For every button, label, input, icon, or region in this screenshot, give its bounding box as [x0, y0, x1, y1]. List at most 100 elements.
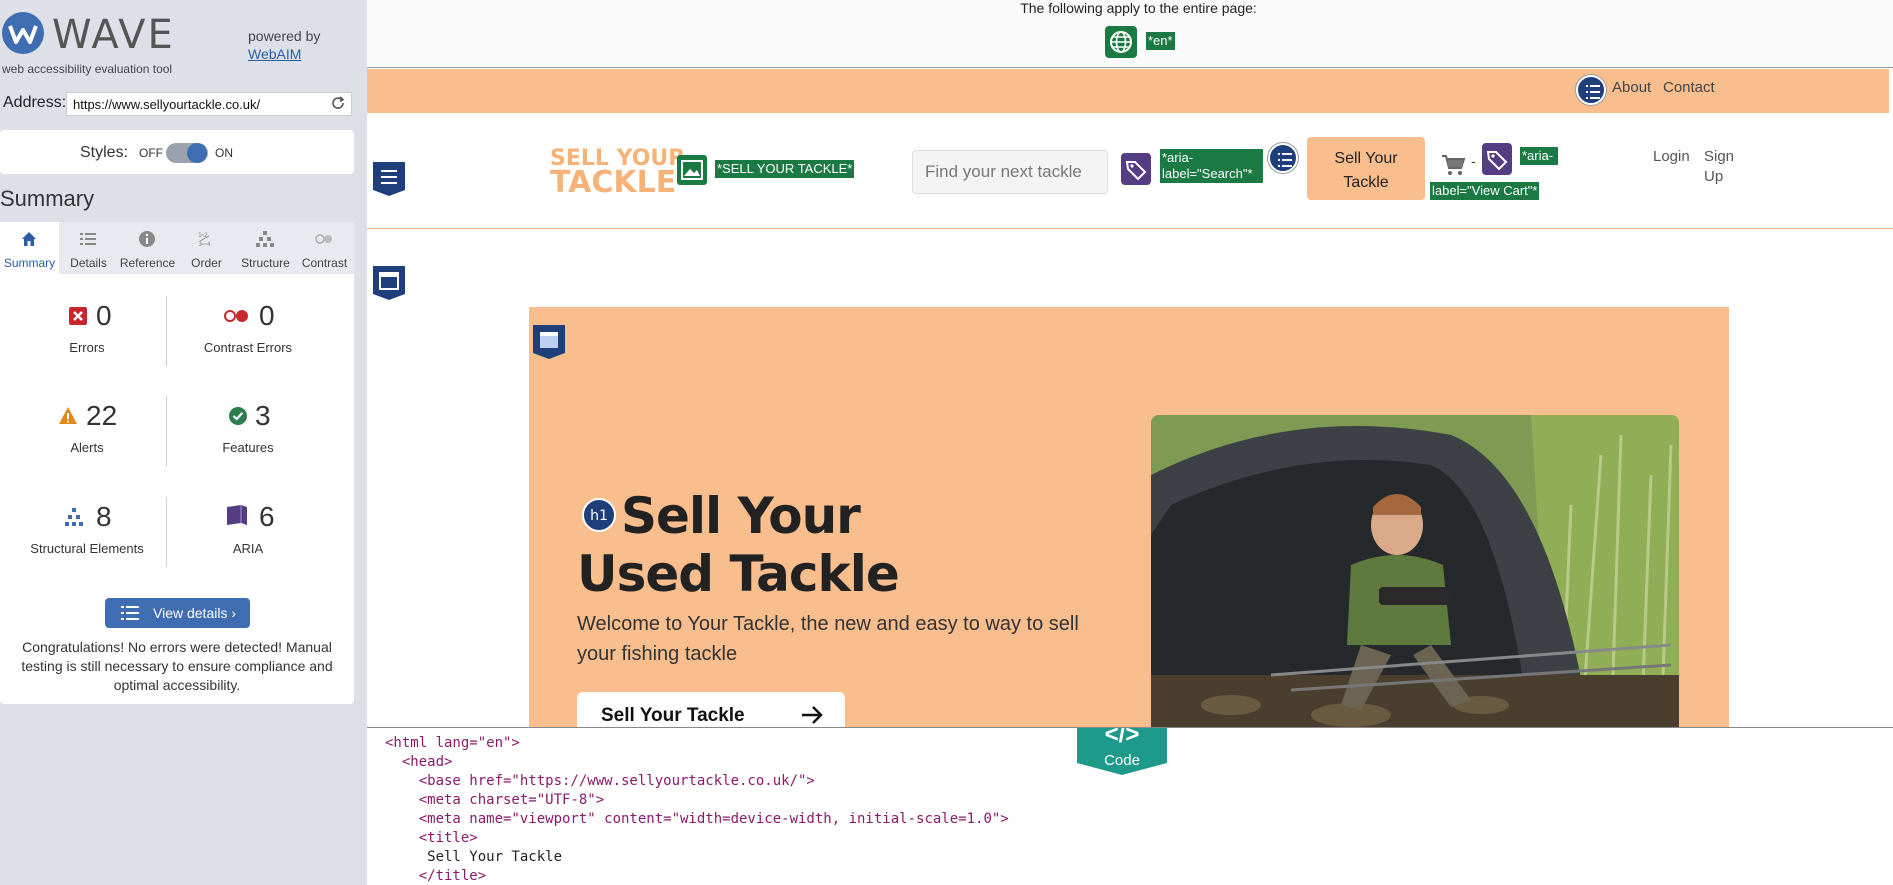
code-line-text: Sell Your Tackle [385, 849, 563, 865]
features-label: Features [222, 440, 274, 455]
stat-features[interactable]: 3 Features [163, 360, 333, 455]
section-region-icon[interactable] [531, 323, 567, 361]
list-icon[interactable] [1268, 143, 1298, 173]
code-panel: <html lang="en"> <head> <base href="http… [367, 727, 1893, 885]
nav-about-link[interactable]: About [1612, 79, 1651, 96]
code-line-text: <meta name="viewport" content="width=dev… [385, 811, 1009, 827]
hero-image [1151, 415, 1679, 727]
stat-errors[interactable]: 0 Errors [2, 260, 172, 355]
contrast-error-icon [224, 310, 248, 322]
cart-aria-tag-part: *aria- [1520, 147, 1558, 165]
info-icon [139, 231, 155, 247]
code-line-text: <title> [385, 830, 478, 846]
site-topbar: About Contact [367, 69, 1889, 113]
contrast-icon [315, 234, 332, 244]
view-details-button[interactable]: View details › [105, 598, 250, 628]
code-line: <meta charset="UTF-8"> [385, 791, 604, 810]
code-icon: </> [1104, 727, 1140, 748]
hero-sell-button[interactable]: Sell Your Tackle [577, 692, 845, 727]
code-line: <title> [385, 829, 478, 848]
address-input[interactable]: https://www.sellyourtackle.co.uk/ [66, 92, 352, 116]
hero-title-text: Sell Your Used Tackle [577, 487, 900, 603]
alerts-count: 22 [86, 400, 118, 431]
site-header: SELL YOUR TACKLE *SELL YOUR TACKLE* Find… [367, 113, 1893, 229]
code-line: <head> [385, 753, 453, 772]
styles-toggle-row: Styles: OFF ON [0, 130, 354, 174]
hero-title: Sell Your Used Tackle [577, 487, 997, 603]
structural-label: Structural Elements [30, 541, 144, 556]
aria-icon [227, 505, 247, 525]
arrow-right-icon [802, 706, 823, 724]
webaim-link[interactable]: WebAIM [248, 46, 301, 62]
stat-aria[interactable]: 6 ARIA [163, 461, 333, 556]
error-icon [69, 307, 87, 325]
summary-heading: Summary [0, 186, 95, 211]
sell-your-tackle-button[interactable]: Sell Your Tackle [1307, 137, 1425, 200]
sell-button-line1: Sell Your [1334, 150, 1398, 167]
nav-contact-link[interactable]: Contact [1663, 79, 1715, 96]
wave-logo-icon [2, 12, 44, 54]
hero-button-label: Sell Your Tackle [601, 705, 745, 726]
aria-label-icon[interactable] [1482, 143, 1512, 175]
errors-label: Errors [69, 340, 105, 355]
login-link[interactable]: Login [1653, 147, 1690, 167]
code-toggle-label: Code [1104, 752, 1140, 769]
main-region-icon[interactable] [371, 264, 407, 302]
search-input[interactable]: Find your next tackle [912, 150, 1108, 194]
contrast-errors-count: 0 [259, 300, 275, 331]
stat-contrast-errors[interactable]: 0 Contrast Errors [163, 260, 333, 355]
site-logo[interactable]: SELL YOUR TACKLE [550, 147, 685, 200]
search-aria-tag: *aria-label="Search"* [1160, 149, 1263, 183]
image-alt-icon[interactable] [677, 155, 707, 185]
aria-label: ARIA [232, 541, 264, 556]
page-notice-text: The following apply to the entire page: [1020, 0, 1257, 16]
page-preview: The following apply to the entire page: … [367, 0, 1893, 727]
stat-structural[interactable]: 8 Structural Elements [2, 461, 172, 556]
address-bar: Address: https://www.sellyourtackle.co.u… [0, 92, 354, 116]
code-toggle-button[interactable]: </> Code [1077, 727, 1167, 775]
code-line-text: <html lang="en"> [385, 735, 520, 751]
structure-icon [65, 508, 83, 526]
hero-section: h1 Sell Your Used Tackle Welcome to Your… [529, 307, 1729, 727]
summary-panel: 0 Errors 0 Contrast Errors 22 Alerts 3 F… [0, 274, 354, 704]
code-line: </title> [385, 867, 486, 885]
cart-icon[interactable] [1440, 153, 1466, 177]
address-label: Address: [3, 94, 67, 111]
signup-link[interactable]: Sign Up [1704, 147, 1740, 187]
page-level-notice: The following apply to the entire page: … [367, 0, 1893, 68]
styles-label: Styles: [80, 144, 129, 161]
code-line-text: <meta charset="UTF-8"> [385, 792, 605, 808]
structural-count: 8 [96, 501, 112, 532]
styles-toggle[interactable] [166, 143, 208, 163]
view-details-label: View details › [153, 605, 237, 621]
sell-button-line2: Tackle [1343, 174, 1389, 191]
list-icon[interactable] [1576, 75, 1606, 105]
errors-count: 0 [96, 300, 112, 331]
home-icon [22, 232, 36, 246]
header-region-icon[interactable] [371, 160, 407, 198]
powered-by-label: powered by [248, 28, 321, 44]
list-icon [80, 233, 96, 245]
code-line-text: <head> [385, 754, 453, 770]
feature-icon [229, 407, 247, 425]
language-icon[interactable] [1105, 26, 1137, 58]
alerts-label: Alerts [70, 440, 104, 455]
code-line: Sell Your Tackle [385, 848, 562, 867]
svg-text:1: 1 [198, 232, 202, 239]
logo-line2: TACKLE [550, 165, 677, 200]
cart-aria-tag: label="View Cart"* [1430, 182, 1540, 200]
code-line: <html lang="en"> [385, 734, 520, 753]
features-count: 3 [255, 400, 271, 431]
logo-alt-tag: *SELL YOUR TACKLE* [715, 160, 855, 178]
code-line-text: </title> [385, 868, 487, 884]
structure-icon [256, 231, 274, 247]
code-line-text: <base href="https://www.sellyourtackle.c… [385, 773, 815, 789]
aria-label-icon[interactable] [1121, 153, 1151, 185]
order-icon: 1 23 4 [198, 232, 211, 248]
stat-alerts[interactable]: 22 Alerts [2, 360, 172, 455]
styles-off-label: OFF [139, 146, 163, 160]
wave-subtitle: web accessibility evaluation tool [2, 62, 173, 76]
hero-description: Welcome to Your Tackle, the new and easy… [577, 613, 1079, 665]
cart-separator: - [1471, 153, 1476, 169]
reload-icon[interactable] [330, 95, 346, 111]
